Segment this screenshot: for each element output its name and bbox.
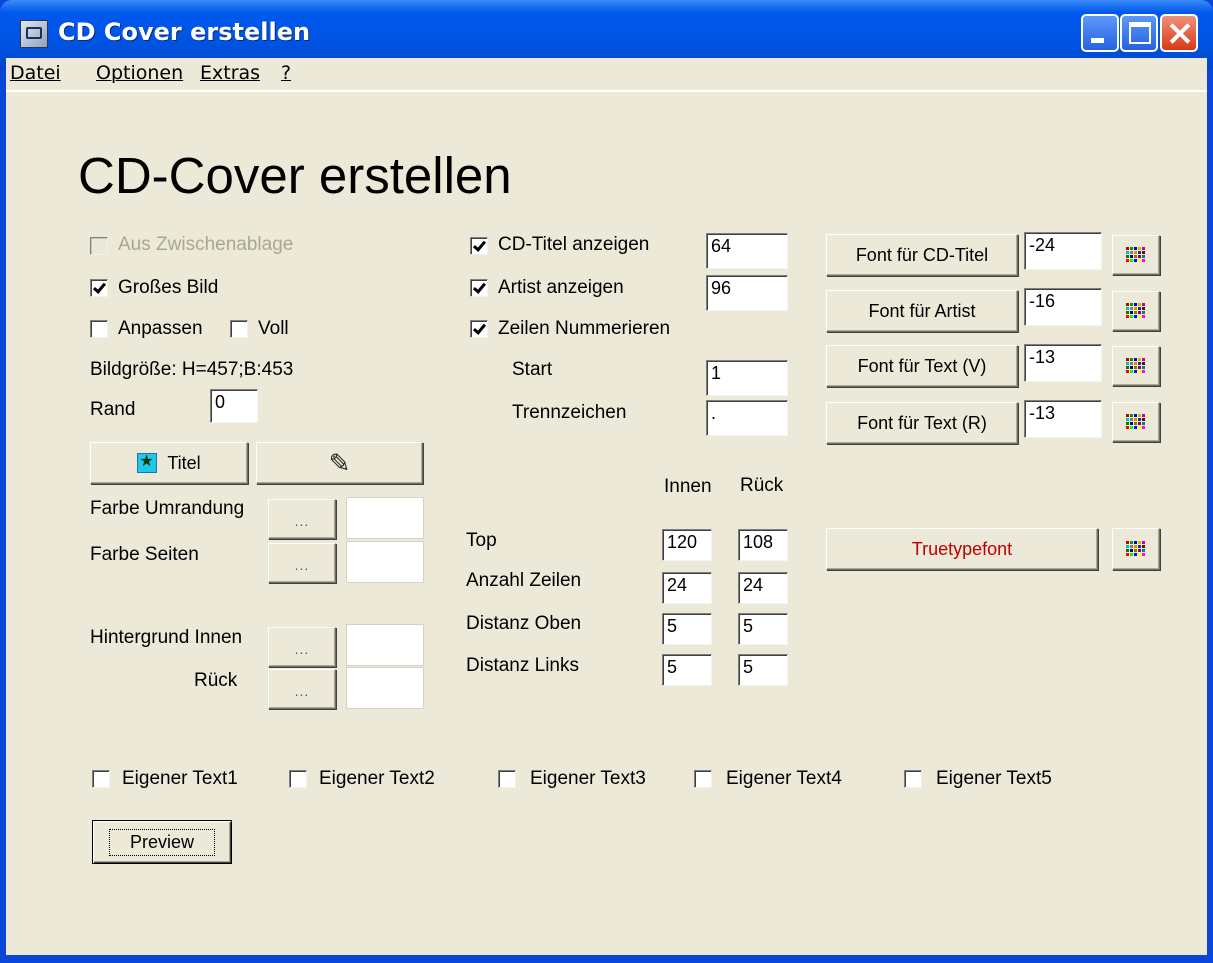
custom-text-1-checkbox[interactable] [92,770,110,788]
custom-text-4-label: Eigener Text4 [726,768,842,789]
palette-grid-icon [1126,541,1146,557]
preview-button[interactable]: Preview [92,820,232,864]
client-area: Datei Optionen Extras ? CD-Cover erstell… [6,58,1207,955]
palette-grid-icon[interactable] [1112,528,1160,570]
palette-grid-icon[interactable] [1112,235,1160,275]
start-input[interactable]: 1 [706,360,788,396]
side-color-swatch [346,541,424,583]
palette-grid-icon[interactable] [1112,291,1160,331]
big-image-checkbox[interactable] [90,279,108,297]
runner-icon [137,451,158,473]
menu-extras[interactable]: Extras [200,62,260,84]
side-color-label: Farbe Seiten [90,544,199,565]
title-button-label: Titel [167,452,201,473]
dist-left-back-input[interactable]: 5 [738,654,788,686]
palette-grid-icon [1126,358,1146,374]
maximize-button[interactable] [1120,14,1158,52]
border-color-button[interactable]: ... [268,499,336,539]
dist-top-inner-input[interactable]: 5 [662,613,712,645]
menu-help[interactable]: ? [281,62,291,84]
top-inner-input[interactable]: 120 [662,529,712,561]
big-image-label: Großes Bild [118,277,219,298]
bg-inner-button[interactable]: ... [268,627,336,667]
font-text-v-size[interactable]: -13 [1024,344,1102,382]
font-cd-title-button[interactable]: Font für CD-Titel [826,234,1018,276]
palette-grid-icon [1126,303,1146,319]
eraser-button[interactable]: ✎ [256,442,423,484]
truetype-font-button[interactable]: Truetypefont [826,528,1098,570]
menu-bar: Datei Optionen Extras ? [6,58,1207,92]
bg-back-label: Rück [194,670,238,691]
margin-label: Rand [90,399,136,420]
fit-checkbox[interactable] [90,320,108,338]
font-text-v-button[interactable]: Font für Text (V) [826,345,1018,387]
font-text-r-button[interactable]: Font für Text (R) [826,402,1018,444]
custom-text-2-checkbox[interactable] [289,770,307,788]
cd-title-checkbox[interactable] [470,237,488,255]
number-rows-label: Zeilen Nummerieren [498,318,671,339]
dist-top-back-input[interactable]: 5 [738,613,788,645]
bg-back-swatch [346,667,424,709]
cd-title-label: CD-Titel anzeigen [498,234,650,255]
custom-text-3-checkbox[interactable] [498,770,516,788]
page-title: CD-Cover erstellen [78,147,512,204]
full-label: Voll [258,318,289,339]
artist-input[interactable]: 96 [706,275,788,311]
palette-grid-icon [1126,247,1146,263]
custom-text-5-checkbox[interactable] [904,770,922,788]
font-cd-title-size[interactable]: -24 [1024,232,1102,270]
bg-inner-label: Hintergrund Innen [90,627,243,648]
rows-back-input[interactable]: 24 [738,572,788,604]
top-back-input[interactable]: 108 [738,529,788,561]
border-color-swatch [346,497,424,539]
bg-back-button[interactable]: ... [268,669,336,709]
row-label: Anzahl Zeilen [466,570,582,591]
row-label: Distanz Oben [466,613,582,634]
menu-optionen[interactable]: Optionen [96,62,183,84]
custom-text-5-label: Eigener Text5 [936,768,1052,789]
app-window: CD Cover erstellen Datei Optionen Extras… [0,0,1213,963]
fit-label: Anpassen [118,318,203,339]
bg-inner-swatch [346,624,424,666]
clipboard-checkbox[interactable] [90,237,108,255]
palette-grid-icon[interactable] [1112,402,1160,442]
image-size-label: Bildgröße: H=457;B:453 [90,359,294,380]
palette-grid-icon [1126,414,1146,430]
cd-title-input[interactable]: 64 [706,233,788,269]
font-artist-button[interactable]: Font für Artist [826,290,1018,332]
row-label: Top [466,530,497,551]
artist-checkbox[interactable] [470,279,488,297]
custom-text-3-label: Eigener Text3 [530,768,646,789]
separator-input[interactable]: . [706,400,788,436]
artist-label: Artist anzeigen [498,277,624,298]
app-icon[interactable] [20,20,48,48]
font-text-r-size[interactable]: -13 [1024,400,1102,438]
start-label: Start [512,359,553,380]
minimize-button[interactable] [1081,14,1119,52]
close-button[interactable] [1160,14,1198,52]
custom-text-2-label: Eigener Text2 [319,768,435,789]
eraser-icon: ✎ [328,447,351,478]
menu-datei[interactable]: Datei [10,62,61,84]
border-color-label: Farbe Umrandung [90,498,245,519]
rows-inner-input[interactable]: 24 [662,572,712,604]
full-checkbox[interactable] [230,320,248,338]
custom-text-1-label: Eigener Text1 [122,768,238,789]
col-inner-header: Innen [664,476,712,497]
preview-button-label: Preview [108,828,216,856]
separator-label: Trennzeichen [512,402,627,423]
clipboard-label: Aus Zwischenablage [118,234,294,255]
font-artist-size[interactable]: -16 [1024,288,1102,326]
title-button[interactable]: Titel [90,442,248,484]
dist-left-inner-input[interactable]: 5 [662,654,712,686]
number-rows-checkbox[interactable] [470,320,488,338]
margin-input[interactable]: 0 [210,389,258,423]
custom-text-4-checkbox[interactable] [694,770,712,788]
window-title: CD Cover erstellen [58,18,311,46]
row-label: Distanz Links [466,655,579,676]
side-color-button[interactable]: ... [268,543,336,583]
col-back-header: Rück [740,475,784,496]
palette-grid-icon[interactable] [1112,346,1160,386]
